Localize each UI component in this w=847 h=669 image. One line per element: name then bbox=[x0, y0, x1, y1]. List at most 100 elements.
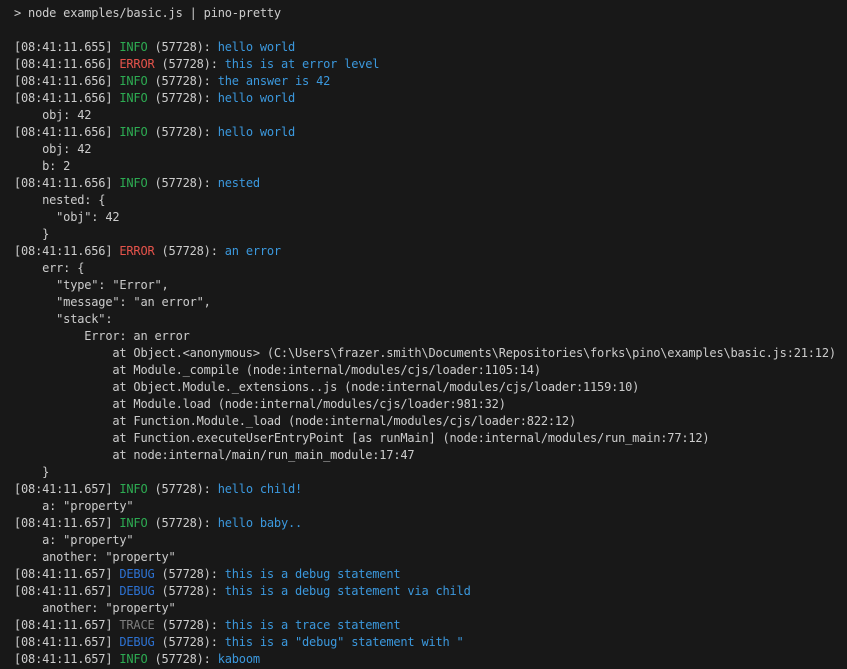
detail: "type": "Error", bbox=[14, 278, 169, 292]
stack-frame: at Object.<anonymous> (C:\Users\frazer.s… bbox=[14, 346, 836, 360]
level: TRACE bbox=[119, 618, 154, 632]
message: this is at error level bbox=[225, 57, 380, 71]
level: ERROR bbox=[119, 57, 154, 71]
log-line: [08:41:11.656] INFO (57728): hello world bbox=[14, 124, 847, 141]
timestamp: [08:41:11.657] bbox=[14, 567, 119, 581]
log-line: "message": "an error", bbox=[14, 294, 847, 311]
log-line: another: "property" bbox=[14, 549, 847, 566]
log-line: at Function.Module._load (node:internal/… bbox=[14, 413, 847, 430]
log-line: [08:41:11.657] DEBUG (57728): this is a … bbox=[14, 566, 847, 583]
log-line: a: "property" bbox=[14, 498, 847, 515]
log-line: obj: 42 bbox=[14, 107, 847, 124]
message: hello world bbox=[218, 125, 295, 139]
log-line: another: "property" bbox=[14, 600, 847, 617]
log-line: Error: an error bbox=[14, 328, 847, 345]
timestamp: [08:41:11.656] bbox=[14, 91, 119, 105]
stack-frame: at Function.Module._load (node:internal/… bbox=[14, 414, 576, 428]
log-line: at Module._compile (node:internal/module… bbox=[14, 362, 847, 379]
log-line: [08:41:11.657] INFO (57728): hello baby.… bbox=[14, 515, 847, 532]
detail: b: 2 bbox=[14, 159, 70, 173]
pid: (57728): bbox=[147, 176, 217, 190]
log-line: "type": "Error", bbox=[14, 277, 847, 294]
log-line: [08:41:11.657] DEBUG (57728): this is a … bbox=[14, 634, 847, 651]
level: INFO bbox=[119, 40, 147, 54]
stack-frame: at node:internal/main/run_main_module:17… bbox=[14, 448, 414, 462]
timestamp: [08:41:11.656] bbox=[14, 176, 119, 190]
log-line: err: { bbox=[14, 260, 847, 277]
detail: } bbox=[14, 465, 49, 479]
message: the answer is 42 bbox=[218, 74, 330, 88]
level: ERROR bbox=[119, 244, 154, 258]
level: INFO bbox=[119, 516, 147, 530]
log-line: [08:41:11.656] INFO (57728): the answer … bbox=[14, 73, 847, 90]
level: INFO bbox=[119, 482, 147, 496]
log-line: } bbox=[14, 226, 847, 243]
log-line: at Module.load (node:internal/modules/cj… bbox=[14, 396, 847, 413]
message: hello baby.. bbox=[218, 516, 302, 530]
pid: (57728): bbox=[147, 40, 217, 54]
timestamp: [08:41:11.657] bbox=[14, 635, 119, 649]
detail: another: "property" bbox=[14, 550, 176, 564]
timestamp: [08:41:11.656] bbox=[14, 74, 119, 88]
level: DEBUG bbox=[119, 635, 154, 649]
pid: (57728): bbox=[155, 618, 225, 632]
log-line: at node:internal/main/run_main_module:17… bbox=[14, 447, 847, 464]
stack-frame: at Module._compile (node:internal/module… bbox=[14, 363, 541, 377]
level: INFO bbox=[119, 176, 147, 190]
log-line: > node examples/basic.js | pino-pretty bbox=[14, 5, 847, 22]
detail: nested: { bbox=[14, 193, 105, 207]
detail: "obj": 42 bbox=[14, 210, 119, 224]
timestamp: [08:41:11.657] bbox=[14, 652, 119, 666]
log-line: [08:41:11.657] INFO (57728): kaboom bbox=[14, 651, 847, 668]
log-line: at Object.<anonymous> (C:\Users\frazer.s… bbox=[14, 345, 847, 362]
message: kaboom bbox=[218, 652, 260, 666]
detail: a: "property" bbox=[14, 499, 133, 513]
level: INFO bbox=[119, 74, 147, 88]
pid: (57728): bbox=[147, 125, 217, 139]
log-line: [08:41:11.656] ERROR (57728): an error bbox=[14, 243, 847, 260]
timestamp: [08:41:11.657] bbox=[14, 516, 119, 530]
stack-frame: at Function.executeUserEntryPoint [as ru… bbox=[14, 431, 709, 445]
timestamp: [08:41:11.656] bbox=[14, 244, 119, 258]
detail: another: "property" bbox=[14, 601, 176, 615]
message: this is a trace statement bbox=[225, 618, 401, 632]
level: INFO bbox=[119, 91, 147, 105]
message: this is a debug statement bbox=[225, 567, 401, 581]
pid: (57728): bbox=[147, 652, 217, 666]
log-line: at Object.Module._extensions..js (node:i… bbox=[14, 379, 847, 396]
detail: a: "property" bbox=[14, 533, 133, 547]
timestamp: [08:41:11.656] bbox=[14, 125, 119, 139]
pid: (57728): bbox=[147, 482, 217, 496]
message: hello world bbox=[218, 91, 295, 105]
timestamp: [08:41:11.657] bbox=[14, 584, 119, 598]
pid: (57728): bbox=[155, 584, 225, 598]
detail: "message": "an error", bbox=[14, 295, 211, 309]
message: this is a "debug" statement with " bbox=[225, 635, 464, 649]
pid: (57728): bbox=[147, 516, 217, 530]
log-line: [08:41:11.657] TRACE (57728): this is a … bbox=[14, 617, 847, 634]
log-line: [08:41:11.655] INFO (57728): hello world bbox=[14, 39, 847, 56]
pid: (57728): bbox=[147, 74, 217, 88]
terminal-output[interactable]: > node examples/basic.js | pino-pretty [0… bbox=[0, 0, 847, 669]
log-line: [08:41:11.656] ERROR (57728): this is at… bbox=[14, 56, 847, 73]
log-line: obj: 42 bbox=[14, 141, 847, 158]
log-line: [08:41:11.656] INFO (57728): hello world bbox=[14, 90, 847, 107]
log-line: "stack": bbox=[14, 311, 847, 328]
detail: obj: 42 bbox=[14, 142, 91, 156]
log-line: [08:41:11.656] INFO (57728): nested bbox=[14, 175, 847, 192]
stack-frame: at Object.Module._extensions..js (node:i… bbox=[14, 380, 639, 394]
log-line: nested: { bbox=[14, 192, 847, 209]
level: DEBUG bbox=[119, 584, 154, 598]
level: DEBUG bbox=[119, 567, 154, 581]
message: hello child! bbox=[218, 482, 302, 496]
log-line: at Function.executeUserEntryPoint [as ru… bbox=[14, 430, 847, 447]
log-line: [08:41:11.657] DEBUG (57728): this is a … bbox=[14, 583, 847, 600]
log-line: [08:41:11.657] INFO (57728): hello child… bbox=[14, 481, 847, 498]
log-line: } bbox=[14, 464, 847, 481]
detail: Error: an error bbox=[14, 329, 190, 343]
pid: (57728): bbox=[155, 244, 225, 258]
detail: obj: 42 bbox=[14, 108, 91, 122]
pid: (57728): bbox=[155, 567, 225, 581]
command: > node examples/basic.js | pino-pretty bbox=[14, 6, 281, 20]
detail: err: { bbox=[14, 261, 84, 275]
